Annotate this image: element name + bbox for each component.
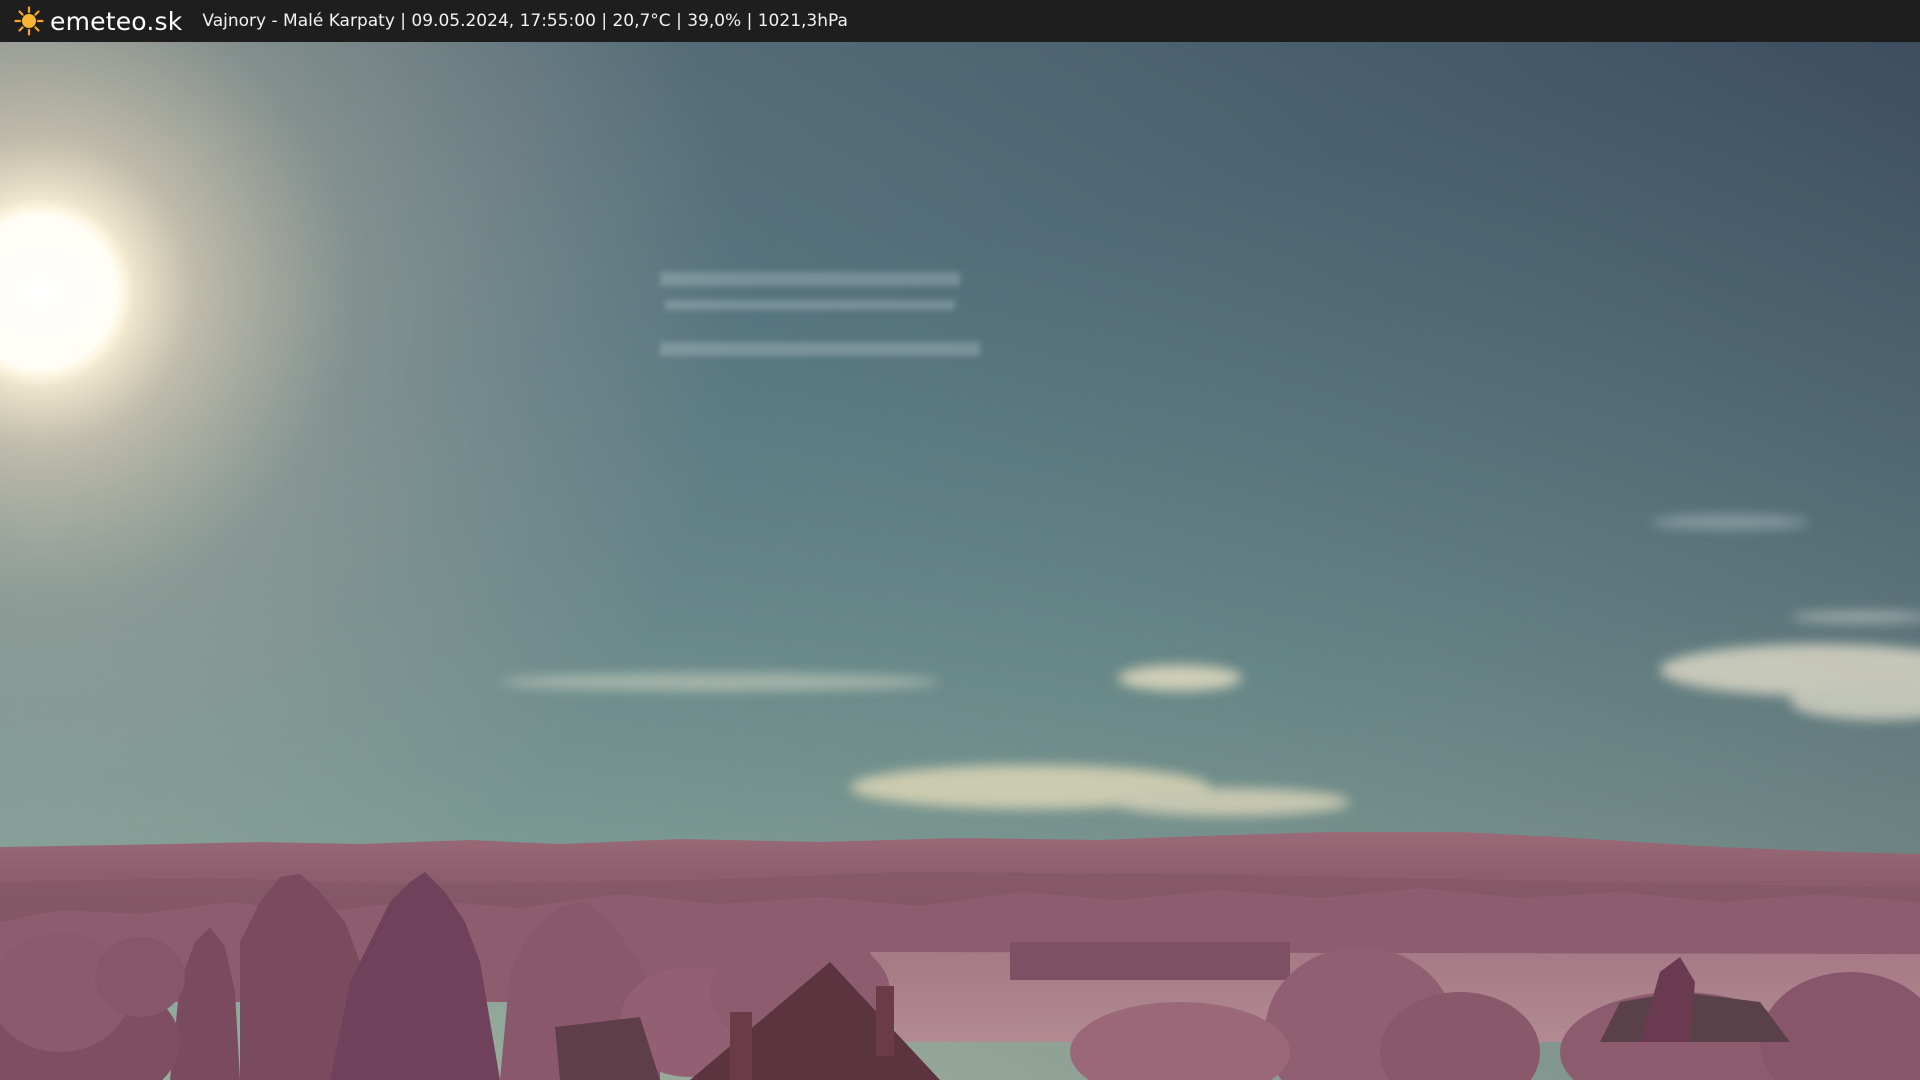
header-bar: emeteo.sk Vajnory - Malé Karpaty | 09.05… — [0, 0, 1920, 42]
brand-logo[interactable]: emeteo.sk — [14, 6, 182, 36]
webcam-frame: emeteo.sk Vajnory - Malé Karpaty | 09.05… — [0, 0, 1920, 1080]
station-caption: Vajnory - Malé Karpaty | 09.05.2024, 17:… — [202, 11, 848, 31]
sun-icon — [14, 6, 44, 36]
brand-name: emeteo.sk — [50, 6, 183, 36]
webcam-image — [0, 42, 1920, 1080]
